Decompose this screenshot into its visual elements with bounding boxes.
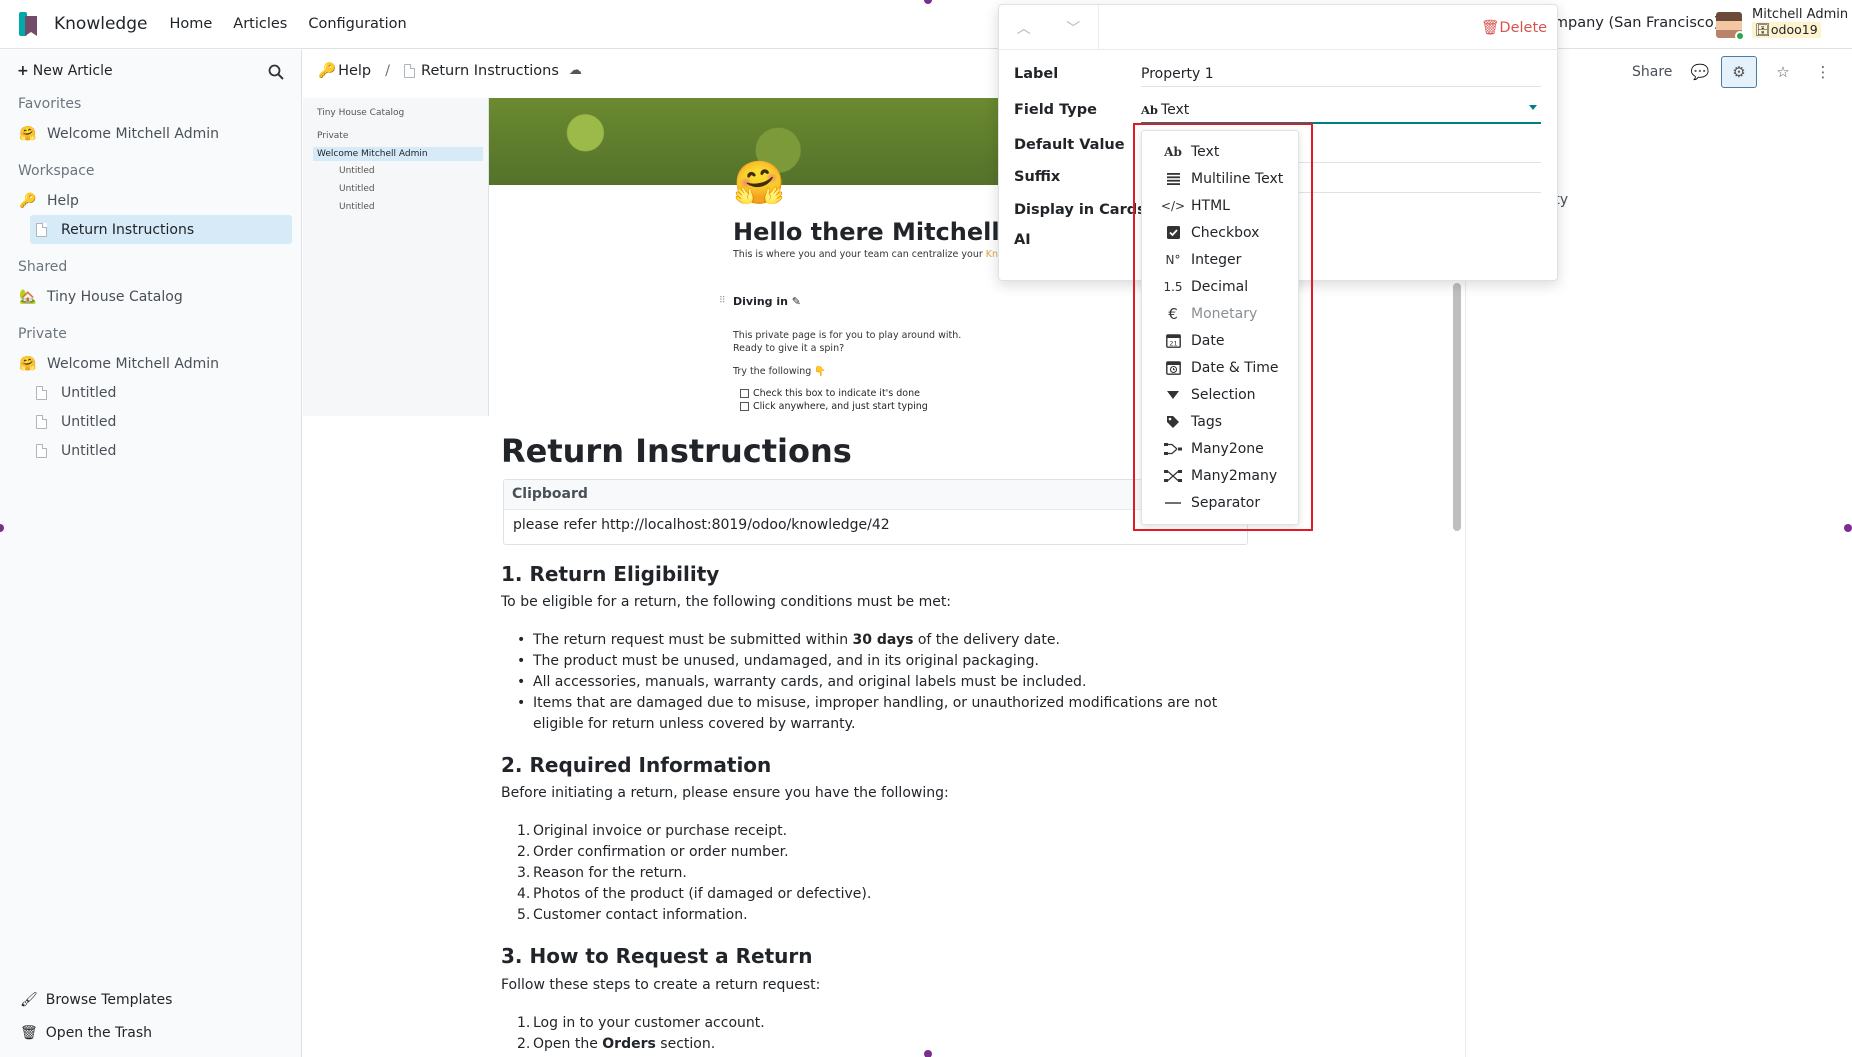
company-switcher[interactable]: ompany (San Francisco) [1545, 15, 1719, 31]
caret-down-icon [1529, 105, 1537, 110]
search-icon[interactable] [268, 64, 284, 80]
preview-checkbox: Check this box to indicate it's done [740, 388, 920, 399]
label-input[interactable]: Property 1 [1141, 66, 1541, 87]
text-type-icon: Ab [1141, 103, 1158, 117]
workspace-section-title: Workspace [18, 163, 95, 179]
suffix-label: Suffix [1014, 169, 1061, 185]
section-heading: 1. Return Eligibility [501, 562, 720, 586]
open-trash-button[interactable]: 🗑 Open the Trash [20, 1025, 152, 1041]
knowledge-sidebar: + New Article Favorites 🤗 Welcome Mitchell… [0, 50, 302, 1057]
plus-icon: + [17, 63, 29, 79]
window-edge-marker [924, 1050, 932, 1057]
shared-item-tiny-house-catalog[interactable]: 🏡 Tiny House Catalog [18, 282, 292, 311]
preview-sidebar: Tiny House Catalog Private Welcome Mitch… [303, 98, 489, 416]
page-icon [36, 385, 47, 400]
chevron-down-icon[interactable]: ﹀ [1066, 18, 1080, 38]
house-emoji-icon: 🏡 [19, 288, 37, 305]
trash-icon: 🗑 [1481, 20, 1500, 36]
user-avatar[interactable] [1716, 12, 1745, 41]
favorite-star-icon[interactable]: ☆ [1765, 56, 1801, 88]
private-item-untitled[interactable]: Untitled [30, 407, 292, 436]
section-heading: 2. Required Information [501, 753, 772, 777]
breadcrumb: 🔑 Help / Return Instructions ☁ [318, 62, 582, 80]
preview-emoji: 🤗 [733, 158, 786, 207]
list-item: • Items that are damaged due to misuse, i… [517, 695, 1218, 732]
private-item-untitled[interactable]: Untitled [30, 436, 292, 465]
preview-checkbox: Click anywhere, and just start typing [740, 401, 928, 412]
list-item: 2. Order confirmation or order number. [517, 844, 789, 860]
nav-articles[interactable]: Articles [233, 16, 287, 32]
nav-home[interactable]: Home [169, 16, 212, 32]
trash-icon: 🗑 [20, 1025, 38, 1041]
page-icon [36, 414, 47, 429]
list-item: 4. Photos of the product (if damaged or d… [517, 886, 872, 902]
drag-handle-icon: ⠿ [719, 296, 726, 306]
hug-emoji-icon: 🤗 [19, 355, 37, 372]
private-section-title: Private [18, 326, 67, 342]
private-item-welcome-mitchell-admin[interactable]: 🤗 Welcome Mitchell Admin [18, 349, 292, 378]
label-field-label: Label [1014, 66, 1059, 82]
breadcrumb-separator: / [385, 62, 391, 79]
list-item: 2. Open the Orders section. [517, 1036, 716, 1052]
list-item: 1. Original invoice or purchase receipt. [517, 823, 788, 839]
database-badge: 🗄odoo19 [1752, 22, 1821, 38]
paragraph: To be eligible for a return, the followi… [501, 594, 952, 610]
knowledge-app-icon[interactable] [19, 12, 41, 36]
key-emoji-icon: 🔑 [318, 63, 337, 79]
page-icon [36, 443, 47, 458]
app-name[interactable]: Knowledge [54, 14, 147, 34]
shared-section-title: Shared [18, 259, 68, 275]
default-value-label: Default Value [1014, 137, 1125, 153]
chevron-up-icon[interactable]: ︿ [1017, 18, 1031, 38]
field-type-select[interactable]: Ab Text [1141, 102, 1541, 124]
comments-icon[interactable]: 💬 [1682, 56, 1718, 88]
list-item: • The product must be unused, undamaged, … [517, 653, 1040, 669]
list-item: 1. Log in to your customer account. [517, 1015, 765, 1031]
favorites-section-title: Favorites [18, 96, 82, 112]
page-icon [36, 222, 47, 237]
article-title[interactable]: Return Instructions [501, 432, 852, 470]
display-in-cards-label: Display in Cards? [1014, 201, 1151, 218]
workspace-item-return-instructions[interactable]: Return Instructions [30, 215, 292, 244]
share-button[interactable]: Share [1632, 64, 1672, 80]
key-emoji-icon: 🔑 [19, 192, 37, 209]
browse-templates-button[interactable]: 🖌 Browse Templates [20, 992, 172, 1008]
page-icon [404, 63, 416, 78]
paragraph: Before initiating a return, please ensur… [501, 785, 949, 801]
list-item: • All accessories, manuals, warranty card… [517, 674, 1087, 690]
online-status-dot [1735, 31, 1745, 41]
section-heading: 3. How to Request a Return [501, 944, 813, 968]
breadcrumb-current: Return Instructions [421, 62, 559, 79]
field-type-label: Field Type [1014, 102, 1097, 118]
user-name[interactable]: Mitchell Admin [1752, 7, 1848, 22]
properties-gear-icon[interactable]: ⚙ [1721, 56, 1757, 88]
more-options-icon[interactable]: ⋮ [1805, 56, 1841, 88]
annotation-highlight-box [1133, 123, 1313, 531]
popover-header: ︿ ﹀ 🗑Delete [999, 5, 1557, 50]
delete-property-button[interactable]: 🗑Delete [1481, 19, 1547, 36]
reorder-controls: ︿ ﹀ [999, 5, 1099, 50]
cloud-saved-icon: ☁ [568, 63, 582, 78]
nav-configuration[interactable]: Configuration [308, 16, 406, 32]
hug-emoji-icon: 🤗 [19, 125, 37, 142]
favorite-welcome-mitchell-admin[interactable]: 🤗 Welcome Mitchell Admin [18, 119, 292, 148]
new-article-button[interactable]: + New Article [17, 63, 113, 79]
ai-label: AI [1014, 232, 1031, 248]
workspace-item-help[interactable]: 🔑 Help [18, 186, 292, 215]
list-item: • The return request must be submitted wi… [517, 632, 1060, 648]
preview-heading: Diving in ✎ [733, 295, 802, 308]
list-item: 5. Customer contact information. [517, 907, 748, 923]
list-item: 3. Reason for the return. [517, 865, 687, 881]
paragraph: Follow these steps to create a return re… [501, 977, 821, 993]
brush-icon: 🖌 [20, 992, 38, 1008]
database-icon: 🗄 [1755, 22, 1771, 37]
window-edge-marker [1844, 524, 1852, 532]
scrollbar-thumb[interactable] [1453, 283, 1461, 531]
private-item-untitled[interactable]: Untitled [30, 378, 292, 407]
breadcrumb-help[interactable]: Help [338, 63, 371, 79]
